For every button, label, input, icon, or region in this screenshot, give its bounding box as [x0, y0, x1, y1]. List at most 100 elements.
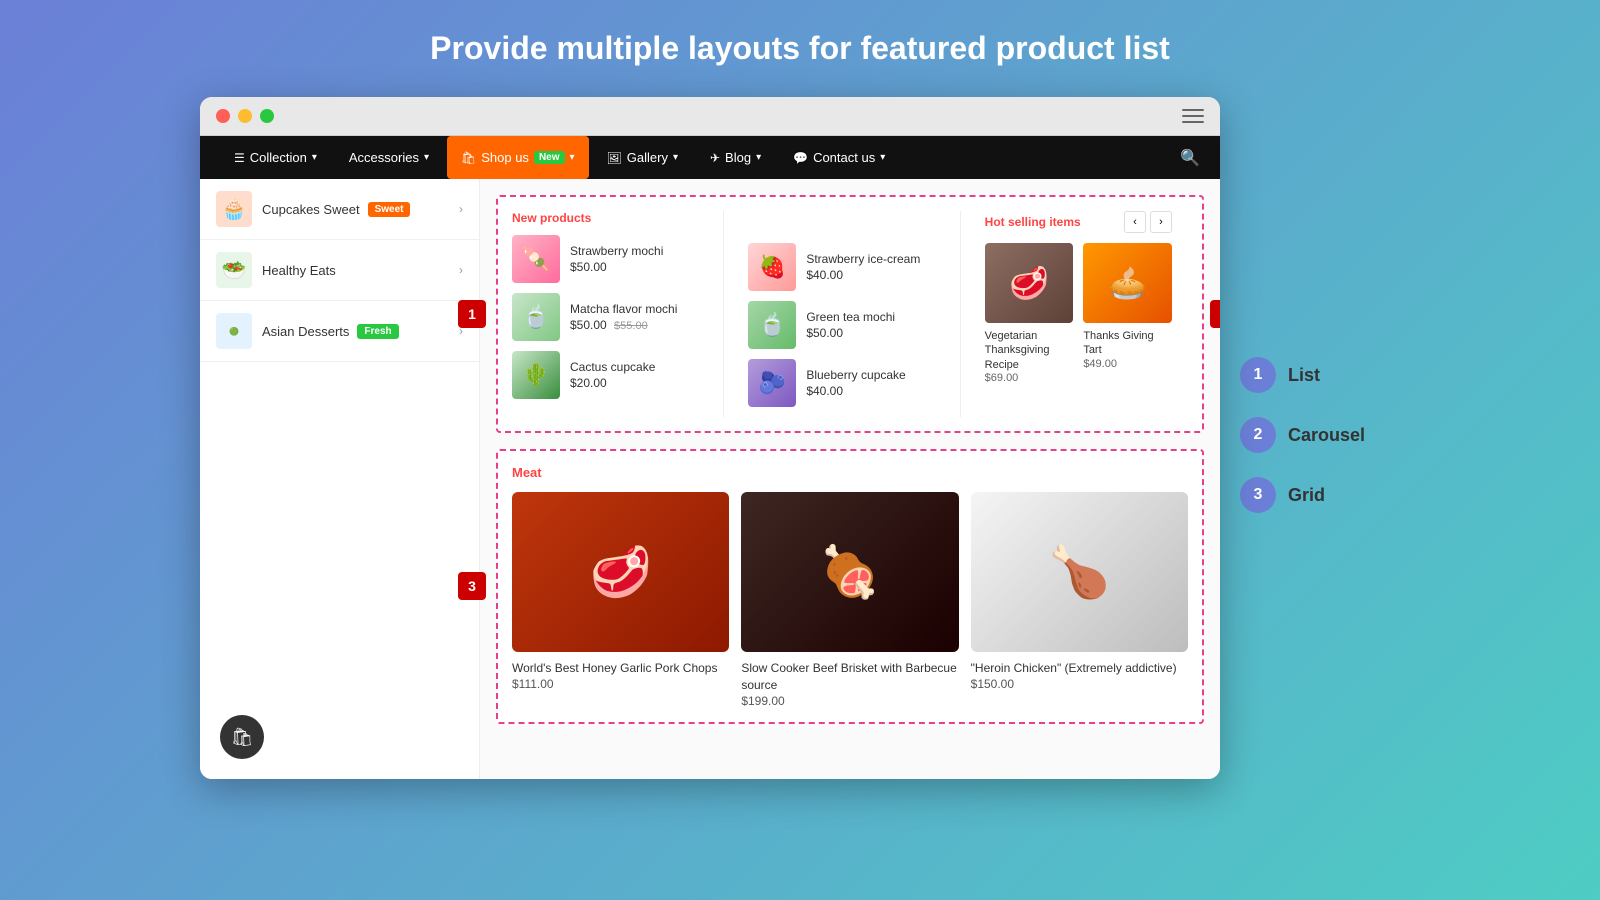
hot-grid: 🥩 Vegetarian Thanksgiving Recipe $69.00 … [985, 243, 1172, 384]
hamburger-icon[interactable] [1182, 109, 1204, 123]
nav-bar: ☰ Collection ▾ Accessories ▾ 🛍 Shop us N… [200, 136, 1220, 179]
new-badge: New [534, 151, 565, 164]
product-price: $40.00 [806, 384, 935, 398]
product-price: $20.00 [570, 376, 699, 390]
legend-label-carousel: Carousel [1288, 425, 1365, 446]
product-name: Green tea mochi [806, 310, 935, 326]
hot-item-image: 🥩 [985, 243, 1074, 323]
sidebar-arrow-icon: › [459, 202, 463, 216]
product-price: $50.00 [570, 260, 699, 274]
hot-item[interactable]: 🥧 Thanks Giving Tart $49.00 [1083, 243, 1172, 384]
close-dot[interactable] [216, 109, 230, 123]
layout-badge-3: 3 [458, 572, 486, 600]
nav-contact[interactable]: 💬 Contact us ▾ [779, 136, 899, 179]
prev-button[interactable]: ‹ [1124, 211, 1146, 233]
chevron-down-icon: ▾ [673, 152, 678, 163]
fresh-badge: Fresh [357, 324, 398, 339]
meat-item-price: $199.00 [741, 694, 958, 708]
sidebar-item-asian[interactable]: 🟢 Asian Desserts Fresh › [200, 301, 479, 362]
main-content: 🧁 Cupcakes Sweet Sweet › 🥗 Healthy Eats … [200, 179, 1220, 779]
hot-selling-header: Hot selling items ‹ › [985, 211, 1172, 233]
meat-item-image: 🥩 [512, 492, 729, 652]
list-item[interactable]: 🍵 Green tea mochi $50.00 [748, 301, 935, 349]
blog-icon: ✈ [710, 151, 720, 165]
meat-grid: 🥩 World's Best Honey Garlic Pork Chops $… [512, 492, 1188, 708]
legend: 1 List 2 Carousel 3 Grid [1240, 97, 1400, 513]
new-products-header: New products [512, 211, 699, 225]
contact-icon: 💬 [793, 151, 808, 165]
meat-item[interactable]: 🍗 "Heroin Chicken" (Extremely addictive)… [971, 492, 1188, 708]
page-title: Provide multiple layouts for featured pr… [430, 30, 1170, 67]
nav-shop[interactable]: 🛍 Shop us New ▾ [447, 136, 589, 179]
healthy-icon: 🥗 [216, 252, 252, 288]
sidebar-item-label: Cupcakes Sweet [262, 202, 360, 217]
grid-section-box: 3 Meat 🥩 World's Best Honey Garlic Pork … [496, 449, 1204, 724]
nav-gallery[interactable]: 🖼 Gallery ▾ [593, 136, 692, 179]
meat-item[interactable]: 🍖 Slow Cooker Beef Brisket with Barbecue… [741, 492, 958, 708]
hot-item-name: Thanks Giving Tart [1083, 329, 1172, 358]
old-price: $55.00 [614, 320, 648, 332]
browser-titlebar [200, 97, 1220, 136]
product-thumbnail: 🫐 [748, 359, 796, 407]
legend-circle-3: 3 [1240, 477, 1276, 513]
product-thumbnail: 🌵 [512, 351, 560, 399]
layout-badge-1: 1 [458, 300, 486, 328]
nav-accessories[interactable]: Accessories ▾ [335, 136, 443, 179]
chevron-down-icon: ▾ [756, 152, 761, 163]
hot-selling-column: Hot selling items ‹ › 🥩 Vegetarian Thank… [985, 211, 1172, 417]
shopify-badge[interactable]: 🛍 [220, 715, 264, 759]
list-item[interactable]: 🌵 Cactus cupcake $20.00 [512, 351, 699, 399]
product-price: $50.00 $55.00 [570, 318, 699, 332]
new-products-left: New products 🍡 Strawberry mochi $50.00 🍵 [512, 211, 699, 417]
sidebar-arrow-icon: › [459, 263, 463, 277]
legend-item-list: 1 List [1240, 357, 1400, 393]
sidebar-item-label: Asian Desserts [262, 324, 349, 339]
legend-item-carousel: 2 Carousel [1240, 417, 1400, 453]
sweet-badge: Sweet [368, 202, 411, 217]
meat-item[interactable]: 🥩 World's Best Honey Garlic Pork Chops $… [512, 492, 729, 708]
legend-label-list: List [1288, 365, 1320, 386]
asian-icon: 🟢 [216, 313, 252, 349]
hot-nav: ‹ › [1124, 211, 1172, 233]
chevron-down-icon: ▾ [424, 152, 429, 163]
chevron-down-icon: ▾ [570, 152, 575, 163]
sidebar-item-cupcakes[interactable]: 🧁 Cupcakes Sweet Sweet › [200, 179, 479, 240]
legend-item-grid: 3 Grid [1240, 477, 1400, 513]
layout-badge-2: 2 [1210, 300, 1220, 328]
list-item[interactable]: 🍵 Matcha flavor mochi $50.00 $55.00 [512, 293, 699, 341]
sidebar: 🧁 Cupcakes Sweet Sweet › 🥗 Healthy Eats … [200, 179, 480, 779]
content-area: 1 New products 🍡 Strawberry mochi $50.00 [480, 179, 1220, 779]
nav-blog[interactable]: ✈ Blog ▾ [696, 136, 775, 179]
search-icon[interactable]: 🔍 [1180, 148, 1200, 168]
meat-item-image: 🍖 [741, 492, 958, 652]
product-name: Strawberry mochi [570, 244, 699, 260]
product-name: Cactus cupcake [570, 360, 699, 376]
list-item[interactable]: 🍓 Strawberry ice-cream $40.00 [748, 243, 935, 291]
meat-item-price: $111.00 [512, 677, 729, 691]
new-products-right: 🍓 Strawberry ice-cream $40.00 🍵 Green te… [748, 211, 935, 417]
list-section-box: 1 New products 🍡 Strawberry mochi $50.00 [496, 195, 1204, 433]
product-thumbnail: 🍡 [512, 235, 560, 283]
product-name: Blueberry cupcake [806, 368, 935, 384]
legend-label-grid: Grid [1288, 485, 1325, 506]
hot-item-price: $49.00 [1083, 358, 1172, 370]
divider [723, 211, 724, 417]
next-button[interactable]: › [1150, 211, 1172, 233]
fullscreen-dot[interactable] [260, 109, 274, 123]
meat-item-name: "Heroin Chicken" (Extremely addictive) [971, 660, 1188, 677]
list-section: New products 🍡 Strawberry mochi $50.00 🍵 [512, 211, 1188, 417]
sidebar-item-healthy[interactable]: 🥗 Healthy Eats › [200, 240, 479, 301]
hot-item[interactable]: 🥩 Vegetarian Thanksgiving Recipe $69.00 [985, 243, 1074, 384]
nav-collection[interactable]: ☰ Collection ▾ [220, 136, 331, 179]
meat-item-price: $150.00 [971, 677, 1188, 691]
product-name: Matcha flavor mochi [570, 302, 699, 318]
sidebar-item-label: Healthy Eats [262, 263, 336, 278]
minimize-dot[interactable] [238, 109, 252, 123]
list-item[interactable]: 🍡 Strawberry mochi $50.00 [512, 235, 699, 283]
chevron-down-icon: ▾ [312, 152, 317, 163]
list-item[interactable]: 🫐 Blueberry cupcake $40.00 [748, 359, 935, 407]
chevron-down-icon: ▾ [880, 152, 885, 163]
product-thumbnail: 🍵 [748, 301, 796, 349]
legend-circle-2: 2 [1240, 417, 1276, 453]
shop-icon: 🛍 [461, 151, 476, 165]
